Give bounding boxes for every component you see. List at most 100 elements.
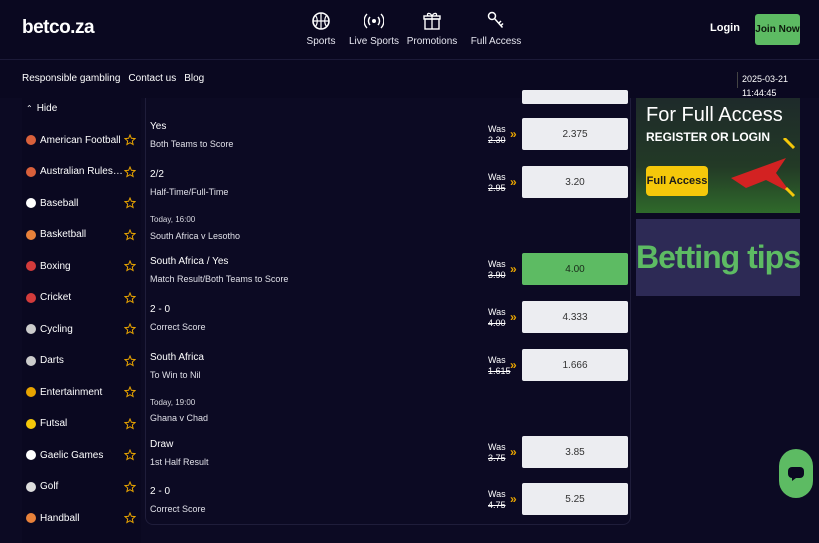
double-chevron-right-icon: »	[510, 127, 517, 141]
selection-name: 2 - 0	[150, 486, 171, 497]
market-name: Half-Time/Full-Time	[150, 187, 229, 197]
boxing-glove-icon	[26, 261, 36, 271]
full-access-banner[interactable]: For Full Access REGISTER OR LOGIN Full A…	[636, 98, 800, 213]
odds-button[interactable]: 4.333	[522, 301, 628, 333]
match-name: Ghana v Chad	[150, 413, 209, 423]
selection-name: Draw	[150, 439, 174, 450]
nav-full-access-label: Full Access	[470, 36, 522, 47]
sidebar-item-sport[interactable]: Darts	[22, 350, 141, 372]
favorite-star-icon[interactable]	[124, 165, 136, 178]
chevron-up-icon: ⌃	[26, 104, 33, 113]
market-name: Correct Score	[150, 322, 206, 332]
sidebar-item-sport[interactable]: Gaelic Games	[22, 444, 141, 466]
sidebar-item-sport[interactable]: Entertainment	[22, 381, 141, 403]
favorite-star-icon[interactable]	[124, 386, 136, 398]
betting-tips-banner[interactable]: Betting tips	[636, 219, 801, 296]
sidebar-item-sport[interactable]: Baseball	[22, 192, 141, 214]
sidebar-item-sport[interactable]: Basketball	[22, 224, 141, 246]
double-chevron-right-icon: »	[510, 175, 517, 189]
was-label: Was	[488, 124, 506, 134]
nav-live-sports[interactable]: Live Sports	[348, 10, 400, 47]
datetime-display: 2025-03-21 11:44:45	[737, 72, 819, 98]
double-chevron-right-icon: »	[510, 492, 517, 506]
full-access-button[interactable]: Full Access	[646, 166, 708, 196]
nav-sports[interactable]: Sports	[300, 10, 342, 47]
was-label: Was	[488, 442, 506, 452]
favorite-star-icon[interactable]	[124, 323, 136, 335]
trophy-icon	[26, 450, 36, 460]
nav-full-access[interactable]: Full Access	[468, 10, 524, 47]
odds-button[interactable]: 4.00	[522, 253, 628, 285]
odds-button[interactable]: 1.666	[522, 349, 628, 381]
favorite-star-icon[interactable]	[124, 512, 136, 524]
sidebar-item-sport[interactable]: Handball	[22, 507, 141, 529]
blog-link[interactable]: Blog	[184, 73, 204, 84]
baseball-icon	[26, 198, 36, 208]
old-odds: 1.615	[488, 366, 511, 376]
favorite-star-icon[interactable]	[124, 480, 136, 493]
banner-headline: For Full Access	[646, 104, 783, 126]
sport-name: Futsal	[40, 418, 68, 429]
dartboard-icon	[26, 355, 36, 366]
key-icon	[487, 11, 504, 28]
gift-icon	[423, 12, 441, 30]
join-now-button[interactable]: Join Now	[755, 14, 800, 45]
was-price: Was 2.30	[488, 124, 506, 146]
bicycle-icon	[26, 324, 36, 334]
old-odds: 4.75	[488, 500, 506, 510]
plane-icon	[731, 138, 796, 198]
favorite-star-icon[interactable]	[124, 291, 136, 304]
odds-button[interactable]: 2.375	[522, 118, 628, 150]
nav-live-sports-label: Live Sports	[348, 36, 400, 47]
nav-sports-label: Sports	[306, 36, 336, 47]
old-odds: 3.90	[488, 270, 506, 280]
sidebar-item-sport[interactable]: Futsal	[22, 413, 141, 435]
sidebar-item-sport[interactable]: American Football	[22, 129, 141, 151]
odds-button[interactable]: 3.85	[522, 436, 628, 468]
sidebar-item-sport[interactable]: Cycling	[22, 318, 141, 340]
aussie-rules-icon	[26, 166, 36, 177]
double-chevron-right-icon: »	[510, 445, 517, 459]
sport-name: Cricket	[40, 292, 72, 303]
login-link[interactable]: Login	[710, 22, 740, 34]
responsible-gambling-link[interactable]: Responsible gambling	[22, 73, 120, 84]
american-football-icon	[26, 135, 36, 145]
match-time: Today, 16:00	[150, 215, 196, 224]
hide-label: Hide	[36, 103, 58, 114]
was-label: Was	[488, 489, 506, 499]
favorite-star-icon[interactable]	[124, 449, 136, 461]
nav-promotions[interactable]: Promotions	[402, 10, 462, 47]
was-label: Was	[488, 307, 506, 317]
sidebar-item-sport[interactable]: Boxing	[22, 255, 141, 277]
sports-sidebar: ⌃ Hide American Football Australian Rules…	[22, 98, 141, 543]
odds-button[interactable]: 3.20	[522, 166, 628, 198]
odds-button-partial[interactable]	[522, 90, 628, 104]
odds-button[interactable]: 5.25	[522, 483, 628, 515]
sport-name: Basketball	[40, 229, 87, 240]
site-logo[interactable]: betco.za	[22, 17, 95, 39]
sidebar-item-sport[interactable]: Golf	[22, 476, 141, 498]
favorite-star-icon[interactable]	[124, 260, 136, 272]
market-name: Correct Score	[150, 504, 206, 514]
favorite-star-icon[interactable]	[124, 134, 136, 146]
sidebar-item-sport[interactable]: Cricket	[22, 287, 141, 309]
double-chevron-right-icon: »	[510, 310, 517, 324]
favorite-star-icon[interactable]	[124, 197, 136, 209]
chat-button[interactable]	[779, 449, 813, 498]
sidebar-item-sport[interactable]: Australian Rules Football	[22, 161, 141, 183]
contact-us-link[interactable]: Contact us	[128, 73, 176, 84]
was-price: Was 2.95	[488, 172, 506, 194]
sport-name: American Football	[40, 134, 121, 146]
favorite-star-icon[interactable]	[124, 228, 136, 241]
old-odds: 2.30	[488, 135, 506, 145]
was-price: Was 4.75	[488, 489, 506, 511]
favorite-star-icon[interactable]	[124, 354, 136, 367]
favorite-star-icon[interactable]	[124, 417, 136, 430]
old-odds: 3.75	[488, 453, 506, 463]
basketball-icon	[26, 229, 36, 240]
sport-name: Golf	[40, 481, 59, 492]
sport-name: Darts	[40, 355, 64, 366]
hide-sidebar-toggle[interactable]: ⌃ Hide	[26, 103, 57, 114]
was-price: Was 1.615	[488, 355, 511, 377]
selection-name: South Africa / Yes	[150, 256, 229, 267]
